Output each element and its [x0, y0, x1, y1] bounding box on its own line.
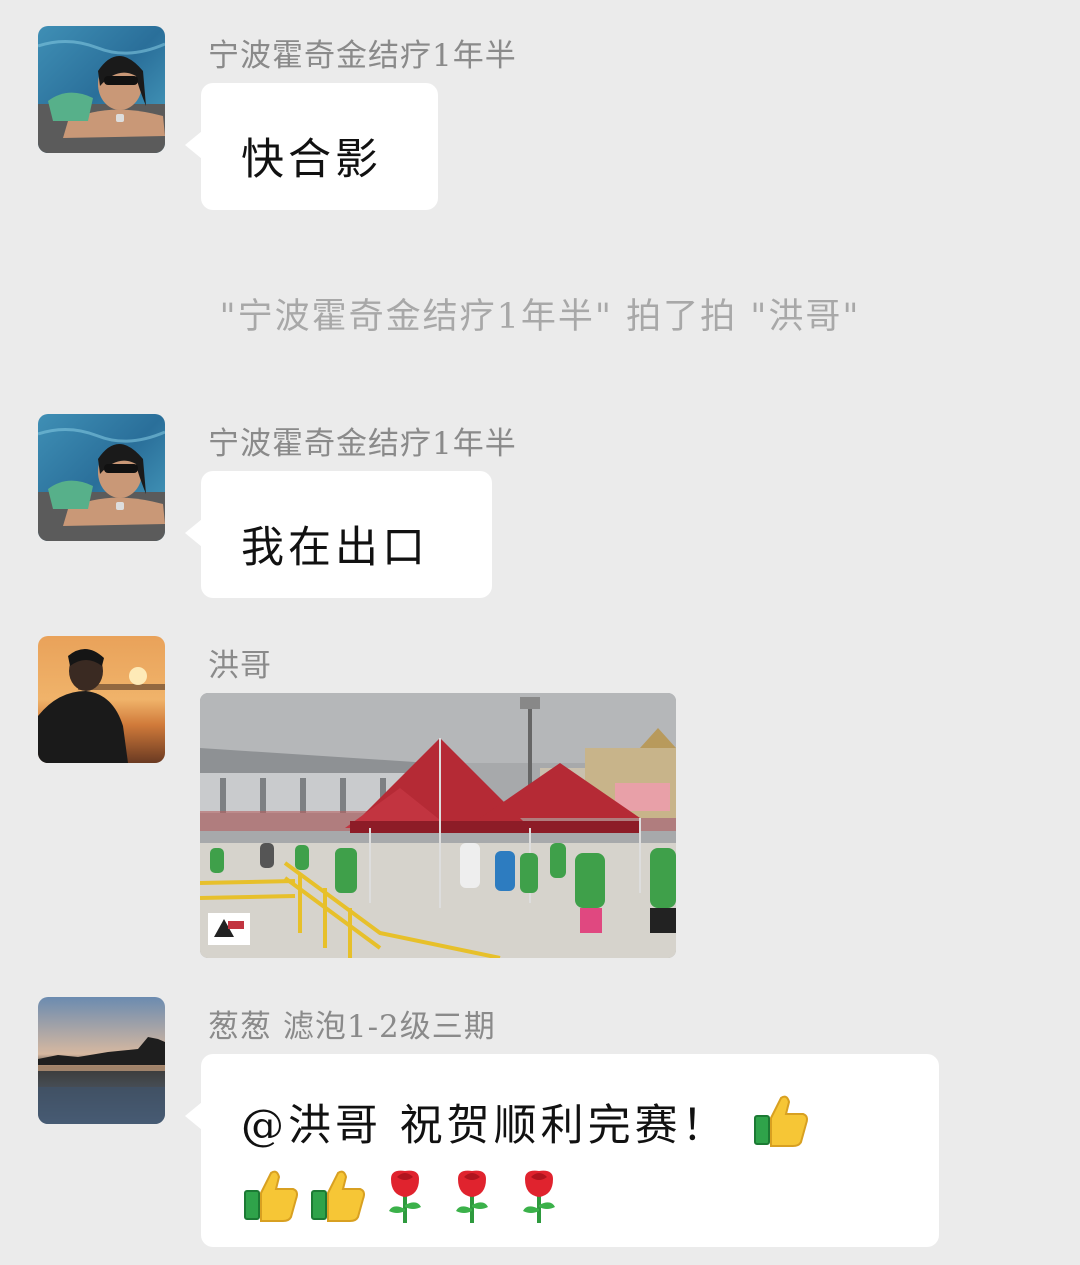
thumbs-up-icon: [241, 1165, 301, 1225]
shared-photo[interactable]: [200, 693, 676, 958]
man-at-sunset-avatar: [38, 636, 165, 763]
sender-name: 宁波霍奇金结疗1年半: [208, 38, 517, 74]
rose-icon: [375, 1165, 435, 1225]
thumbs-up-icon: [308, 1165, 368, 1225]
thumbs-up-icon: [751, 1090, 811, 1150]
emoji-line: [241, 1165, 939, 1225]
pat-notification: "宁波霍奇金结疗1年半" 拍了拍 "洪哥": [219, 297, 861, 337]
sender-name: 洪哥: [208, 648, 272, 684]
message-bubble[interactable]: 快合影: [185, 83, 438, 210]
message-bubble[interactable]: 我在出口: [185, 471, 492, 598]
sender-avatar[interactable]: [38, 414, 165, 541]
rose-icon: [509, 1165, 569, 1225]
sender-avatar[interactable]: [38, 26, 165, 153]
message-text: 快合影: [241, 135, 382, 185]
message-text: @洪哥 祝贺顺利完赛！: [241, 1101, 729, 1151]
woman-in-pool-avatar: [38, 26, 165, 153]
lake-sunset-avatar: [38, 997, 165, 1124]
sender-avatar[interactable]: [38, 636, 165, 763]
sender-avatar[interactable]: [38, 997, 165, 1124]
message-bubble[interactable]: @洪哥 祝贺顺利完赛！: [185, 1054, 939, 1247]
rose-icon: [442, 1165, 502, 1225]
sender-name: 葱葱 滤泡1-2级三期: [208, 1009, 496, 1045]
message-text: 我在出口: [241, 523, 429, 573]
marathon-finish-area-photo: [200, 693, 676, 958]
woman-in-pool-avatar: [38, 414, 165, 541]
sender-name: 宁波霍奇金结疗1年半: [208, 426, 517, 462]
